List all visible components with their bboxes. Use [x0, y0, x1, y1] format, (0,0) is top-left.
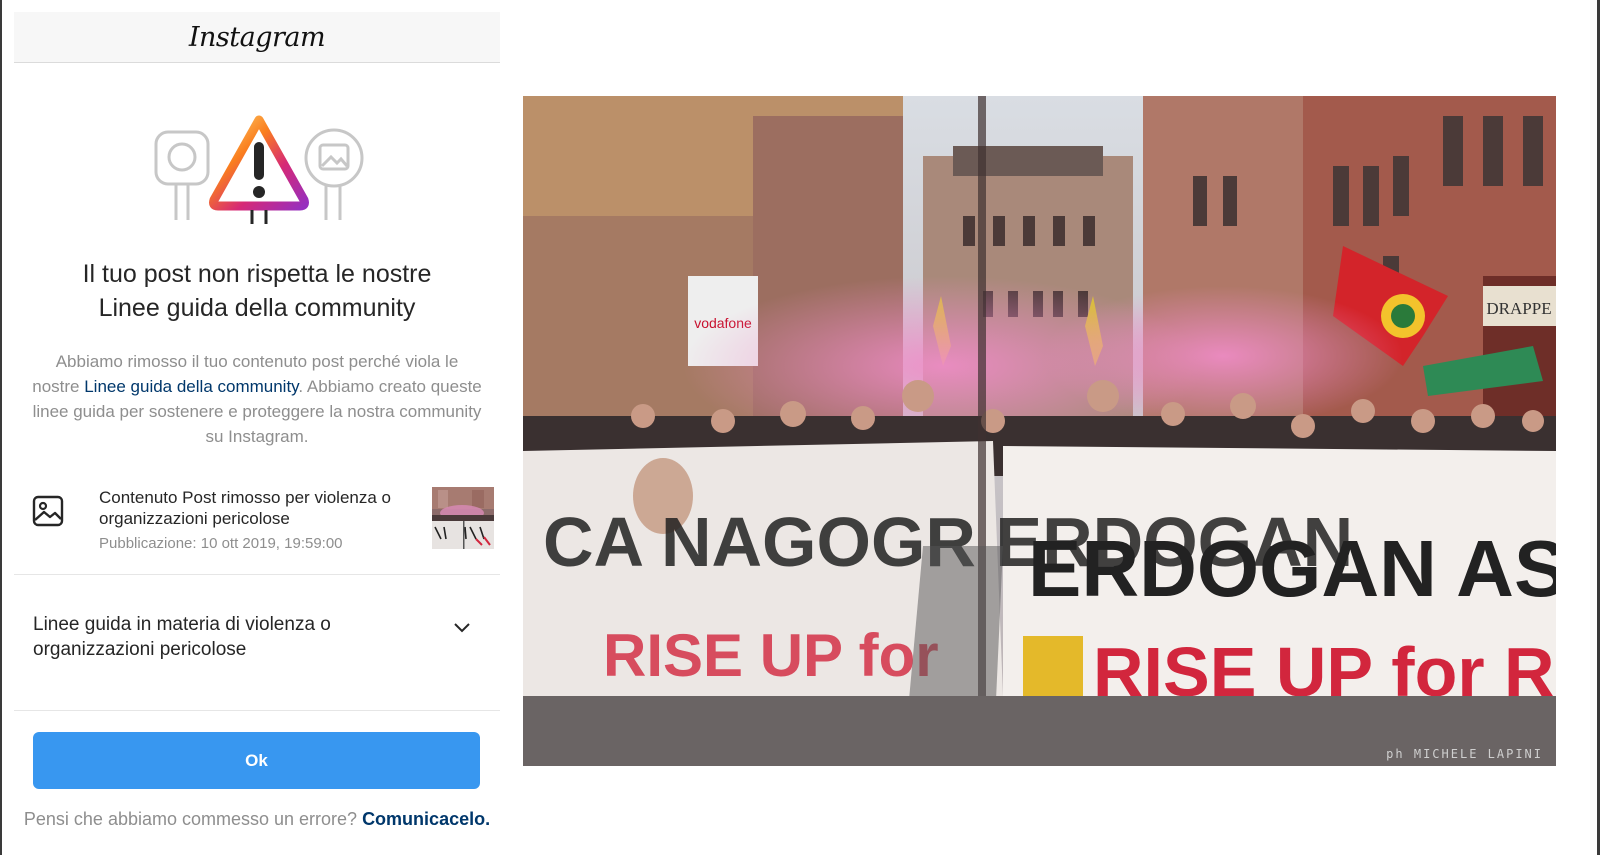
banner-left-subtext: RISE UP for — [603, 622, 939, 689]
chevron-down-icon[interactable] — [452, 617, 472, 637]
removal-notice-panel: Instagram Il tuo post non rispetta le no… — [14, 12, 500, 855]
warning-illustration — [154, 115, 364, 224]
post-publication-date: Pubblicazione: 10 ott 2019, 19:59:00 — [99, 535, 343, 552]
notice-headline: Il tuo post non rispetta le nostre Linee… — [34, 257, 480, 325]
protest-photo: vodafone DRAPPE CA NAGOGR ERDOGAN RISE U… — [523, 96, 1556, 766]
app-header: Instagram — [14, 12, 500, 63]
image-icon — [32, 495, 64, 527]
guideline-accordion[interactable]: Linee guida in materia di violenza o org… — [14, 575, 500, 710]
ok-button[interactable]: Ok — [33, 732, 480, 789]
post-thumbnail[interactable] — [432, 487, 494, 549]
headline-line-1: Il tuo post non rispetta le nostre — [82, 260, 432, 288]
section-divider — [14, 710, 500, 711]
shop-sign: DRAPPE — [1486, 299, 1551, 318]
chat-bubble-icon — [154, 130, 210, 220]
instagram-logo: Instagram — [188, 21, 326, 53]
headline-line-2: Linee guida della community — [98, 294, 416, 322]
appeal-question: Pensi che abbiamo commesso un errore? — [23, 809, 363, 829]
window-edge-left — [0, 0, 2, 855]
notice-description: Abbiamo rimosso il tuo contenuto post pe… — [32, 349, 482, 449]
community-guidelines-link[interactable]: Linee guida della community — [84, 377, 298, 396]
removed-post-title: Contenuto Post rimosso per violenza o or… — [99, 488, 391, 528]
photo-credit: ph MICHELE LAPINI — [1386, 747, 1543, 761]
removed-post-summary: Contenuto Post rimosso per violenza o or… — [32, 485, 498, 555]
guideline-label: Linee guida in materia di violenza o org… — [33, 614, 331, 660]
protest-photo-scene: vodafone DRAPPE CA NAGOGR ERDOGAN RISE U… — [523, 96, 1556, 766]
photo-bubble-icon — [304, 128, 364, 220]
banner-right-text: ERDOGAN ASS — [1028, 524, 1556, 613]
appeal-prompt: Pensi che abbiamo commesso un errore? Co… — [14, 809, 500, 830]
appeal-link[interactable]: Comunicacelo. — [362, 809, 490, 829]
